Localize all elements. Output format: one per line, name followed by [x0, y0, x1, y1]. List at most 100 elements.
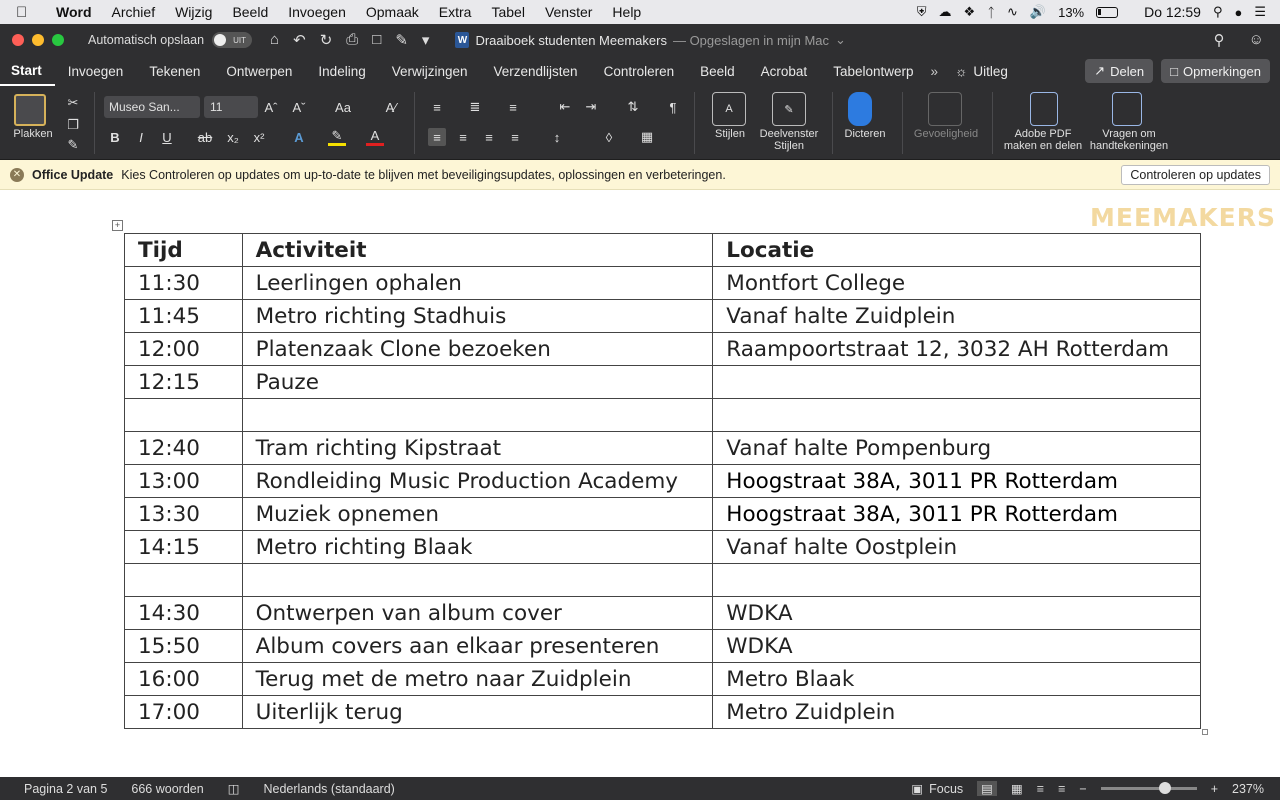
clear-formatting-icon[interactable]: A∕	[382, 98, 400, 116]
change-case-icon[interactable]: Aa	[330, 98, 356, 116]
strikethrough-icon[interactable]: ab	[196, 128, 214, 146]
tab-controleren[interactable]: Controleren	[591, 56, 688, 86]
tab-verzendlijsten[interactable]: Verzendlijsten	[481, 56, 591, 86]
tab-tekenen[interactable]: Tekenen	[136, 56, 213, 86]
header-location[interactable]: Locatie	[712, 233, 1201, 267]
cell-activity[interactable]: Rondleiding Music Production Academy	[241, 464, 714, 498]
font-name-select[interactable]: Museo San...	[104, 96, 200, 118]
apple-icon[interactable]: 	[16, 4, 38, 21]
increase-indent-icon[interactable]: ⇥	[582, 98, 600, 116]
zoom-out-icon[interactable]: −	[1079, 782, 1086, 796]
cell-time[interactable]: 16:00	[124, 662, 243, 696]
cell-time[interactable]: 14:15	[124, 530, 243, 564]
cell-activity[interactable]: Terug met de metro naar Zuidplein	[241, 662, 714, 696]
cell-location[interactable]: Metro Zuidplein	[712, 695, 1201, 729]
menu-archief[interactable]: Archief	[102, 4, 166, 20]
microphone-icon[interactable]	[848, 92, 872, 126]
cell-time[interactable]: 12:00	[124, 332, 243, 366]
volume-icon[interactable]: 🔊	[1030, 4, 1046, 20]
zoom-level[interactable]: 237%	[1232, 782, 1264, 796]
cell-activity[interactable]: Ontwerpen van album cover	[241, 596, 714, 630]
profile-icon[interactable]: ☺	[1249, 31, 1264, 49]
cell-location[interactable]: Hoogstraat 38A, 3011 PR Rotterdam	[712, 497, 1201, 531]
underline-icon[interactable]: U	[158, 128, 176, 146]
menu-app-word[interactable]: Word	[46, 4, 102, 20]
show-formatting-icon[interactable]: ¶	[664, 98, 682, 116]
cell-time[interactable]: 14:30	[124, 596, 243, 630]
decrease-indent-icon[interactable]: ⇤	[556, 98, 574, 116]
cut-icon[interactable]: ✂	[64, 94, 82, 112]
menu-venster[interactable]: Venster	[535, 4, 602, 20]
cell-location[interactable]: Metro Blaak	[712, 662, 1201, 696]
cell-activity[interactable]: Platenzaak Clone bezoeken	[241, 332, 714, 366]
maximize-window-button[interactable]	[52, 34, 64, 46]
align-right-icon[interactable]: ≡	[480, 128, 498, 146]
autosave-toggle[interactable]: UIT	[212, 32, 253, 48]
header-activity[interactable]: Activiteit	[241, 233, 714, 267]
menu-opmaak[interactable]: Opmaak	[356, 4, 429, 20]
cell-time[interactable]: 12:15	[124, 365, 243, 399]
zoom-in-icon[interactable]: +	[1211, 782, 1218, 796]
menu-extra[interactable]: Extra	[429, 4, 482, 20]
cell-activity[interactable]: Uiterlijk terug	[241, 695, 714, 729]
cell-location[interactable]: Vanaf halte Zuidplein	[712, 299, 1201, 333]
align-left-icon[interactable]: ≡	[428, 128, 446, 146]
styles-pane-icon[interactable]: ✎	[772, 92, 806, 126]
cell-activity[interactable]: Tram richting Kipstraat	[241, 431, 714, 465]
highlight-icon[interactable]: ✎	[328, 128, 346, 146]
cell-location[interactable]: WDKA	[712, 596, 1201, 630]
creative-cloud-icon[interactable]: ☁	[939, 4, 952, 20]
format-painter-icon[interactable]: ✎	[64, 136, 82, 154]
tab-ontwerpen[interactable]: Ontwerpen	[213, 56, 305, 86]
styles-icon[interactable]: A	[712, 92, 746, 126]
styles-label[interactable]: Stijlen	[702, 128, 758, 140]
tab-acrobat[interactable]: Acrobat	[748, 56, 821, 86]
cell-time[interactable]: 11:45	[124, 299, 243, 333]
draft-view-icon[interactable]: ≡	[1058, 782, 1065, 796]
menu-tabel[interactable]: Tabel	[481, 4, 534, 20]
cell-location[interactable]: Vanaf halte Oostplein	[712, 530, 1201, 564]
tell-me[interactable]: ☼ Uitleg	[942, 56, 1021, 86]
cell-location[interactable]: Raampoortstraat 12, 3032 AH Rotterdam	[712, 332, 1201, 366]
cell-time[interactable]	[124, 563, 243, 597]
table-resize-handle[interactable]	[1202, 729, 1208, 735]
document-title[interactable]: W Draaiboek studenten Meemakers — Opgesl…	[455, 32, 846, 48]
cell-location[interactable]: Hoogstraat 38A, 3011 PR Rotterdam	[712, 464, 1201, 498]
share-button[interactable]: ↗ Delen	[1085, 59, 1154, 83]
cell-time[interactable]: 13:00	[124, 464, 243, 498]
spotlight-search-icon[interactable]: ⚲	[1213, 4, 1223, 20]
cell-location[interactable]: Montfort College	[712, 266, 1201, 300]
cell-time[interactable]: 13:30	[124, 497, 243, 531]
header-time[interactable]: Tijd	[124, 233, 243, 267]
edit-document-icon[interactable]: ✎	[395, 31, 408, 49]
line-spacing-icon[interactable]: ↕	[548, 128, 566, 146]
print-icon[interactable]: ⎙	[346, 31, 358, 49]
page-indicator[interactable]: Pagina 2 van 5	[0, 782, 119, 796]
menu-help[interactable]: Help	[602, 4, 651, 20]
control-center-icon[interactable]: ☰	[1254, 4, 1266, 20]
minimize-window-button[interactable]	[32, 34, 44, 46]
cell-activity[interactable]	[241, 563, 714, 597]
superscript-icon[interactable]: x²	[250, 128, 268, 146]
cell-activity[interactable]: Leerlingen ophalen	[241, 266, 714, 300]
user-avatar-icon[interactable]: ●	[1234, 5, 1242, 20]
clock[interactable]: Do 12:59	[1144, 4, 1201, 20]
check-for-updates-button[interactable]: Controleren op updates	[1121, 164, 1270, 185]
justify-icon[interactable]: ≡	[506, 128, 524, 146]
cell-time[interactable]	[124, 398, 243, 432]
redo-icon[interactable]: ↻	[320, 31, 333, 49]
cell-time[interactable]: 17:00	[124, 695, 243, 729]
dropbox-icon[interactable]: ❖	[964, 4, 976, 20]
menu-beeld[interactable]: Beeld	[222, 4, 278, 20]
cell-location[interactable]: WDKA	[712, 629, 1201, 663]
multilevel-list-icon[interactable]: ≡	[504, 98, 522, 116]
battery-icon[interactable]	[1096, 6, 1119, 18]
bullets-icon[interactable]: ≡	[428, 98, 446, 116]
grow-font-icon[interactable]: Aˆ	[262, 98, 280, 116]
cell-activity[interactable]	[241, 398, 714, 432]
tab-invoegen[interactable]: Invoegen	[55, 56, 137, 86]
wifi-icon[interactable]: ∿	[1007, 4, 1018, 20]
tab-start[interactable]: Start	[0, 56, 55, 86]
proofing-icon[interactable]: ◫	[216, 781, 252, 796]
shield-icon[interactable]: ⛨	[917, 4, 927, 20]
